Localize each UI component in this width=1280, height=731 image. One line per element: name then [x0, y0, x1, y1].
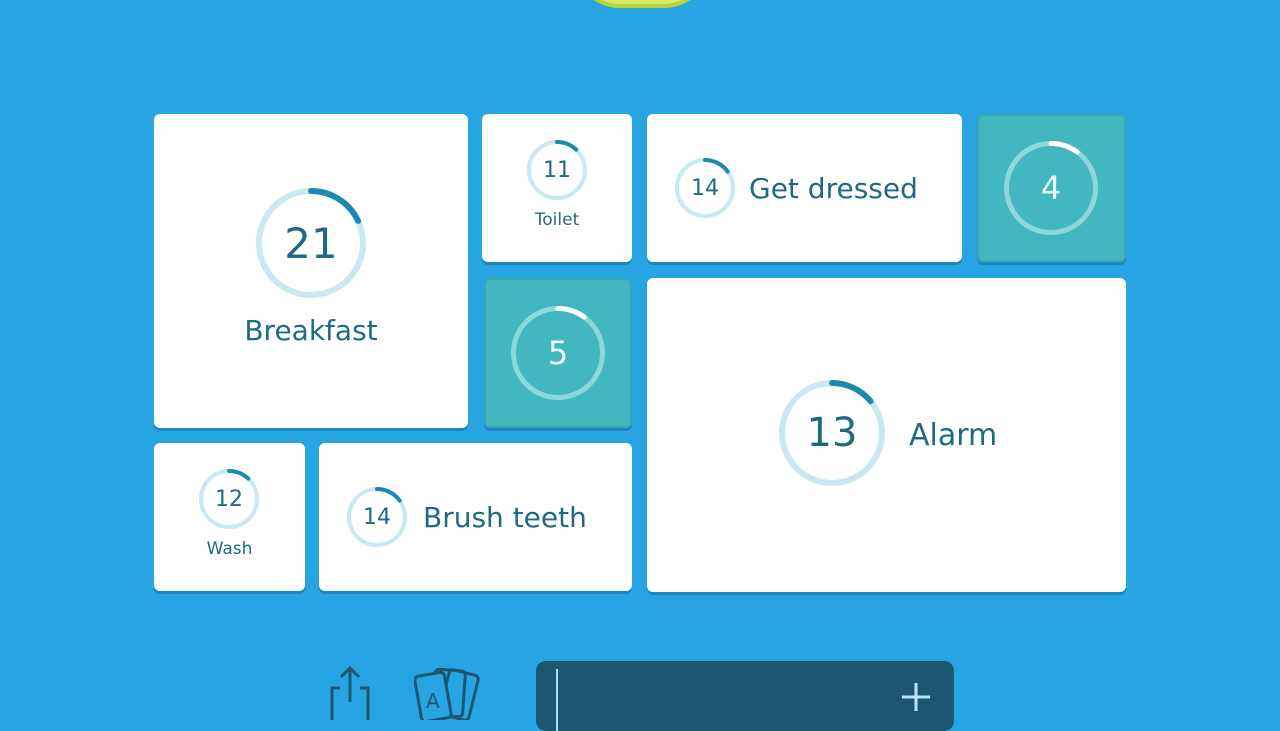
tile-label: Breakfast — [244, 314, 378, 347]
top-mascot-shape — [572, 0, 712, 8]
tile-alarm[interactable]: 13 Alarm — [647, 278, 1126, 592]
tile-number: 13 — [806, 410, 858, 456]
tile-number: 12 — [215, 486, 243, 512]
tile-number: 5 — [547, 334, 569, 372]
tile-toilet[interactable]: 11 Toilet — [482, 114, 632, 262]
tile-breakfast[interactable]: 21 Breakfast — [154, 114, 468, 428]
svg-text:A: A — [426, 689, 440, 713]
tile-get-dressed[interactable]: 14 Get dressed — [647, 114, 962, 262]
tile-solved-5[interactable]: 5 — [484, 278, 632, 428]
tile-number: 14 — [363, 504, 391, 530]
tile-label: Get dressed — [749, 172, 918, 205]
progress-ring: 21 — [256, 188, 366, 298]
tile-solved-4[interactable]: 4 — [977, 114, 1126, 262]
plus-icon[interactable] — [898, 679, 934, 715]
tile-number: 21 — [284, 218, 338, 268]
tile-number: 4 — [1040, 169, 1062, 207]
cards-icon[interactable]: A — [413, 664, 494, 724]
progress-ring: 12 — [199, 469, 259, 529]
tile-label: Brush teeth — [423, 501, 587, 534]
tile-number: 14 — [691, 175, 719, 201]
progress-ring: 11 — [527, 140, 587, 200]
tile-wash[interactable]: 12 Wash — [154, 443, 305, 591]
progress-ring: 14 — [675, 158, 735, 218]
tile-label: Wash — [206, 539, 253, 559]
tile-label: Toilet — [534, 210, 580, 230]
progress-ring: 13 — [779, 380, 885, 486]
progress-ring: 5 — [511, 306, 605, 400]
tile-label: Alarm — [909, 418, 998, 453]
text-caret — [556, 669, 558, 731]
progress-ring: 4 — [1004, 141, 1098, 235]
tile-brush-teeth[interactable]: 14 Brush teeth — [319, 443, 632, 591]
progress-ring: 14 — [347, 487, 407, 547]
answer-input[interactable] — [536, 661, 954, 731]
share-icon[interactable] — [326, 664, 374, 720]
tile-number: 11 — [543, 157, 571, 183]
